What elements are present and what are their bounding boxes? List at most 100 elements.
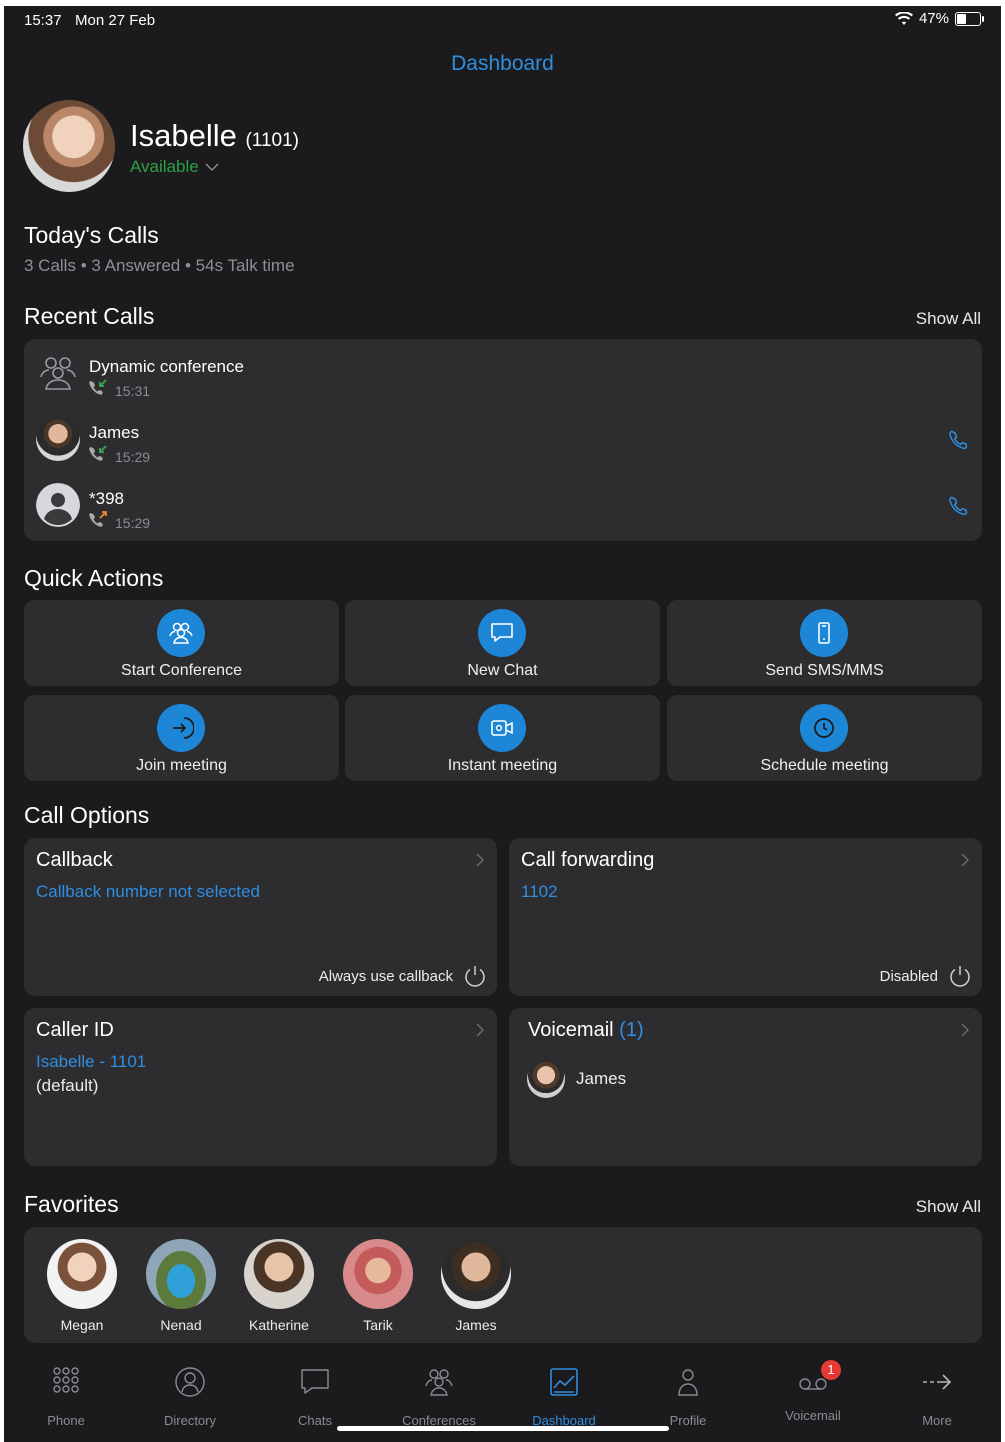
dashboard-icon	[550, 1368, 578, 1396]
tab-label: Phone	[47, 1413, 85, 1428]
quick-action-label: New Chat	[467, 662, 538, 679]
answered-count: 3 Answered	[91, 256, 181, 275]
tab-label: Voicemail	[785, 1408, 841, 1423]
chat-icon	[301, 1369, 329, 1394]
recent-call-avatar	[36, 417, 80, 461]
battery-icon	[955, 11, 984, 26]
tab-phone[interactable]: Phone	[4, 1366, 128, 1428]
conference-icon	[425, 1369, 453, 1396]
user-extension: (1101)	[245, 130, 299, 151]
quick-action-label: Join meeting	[136, 757, 227, 774]
recent-call-name: Dynamic conference	[89, 357, 244, 376]
caller-id-title: Caller ID	[36, 1019, 114, 1041]
quick-action-label: Instant meeting	[447, 757, 558, 774]
chevron-right-icon	[961, 1023, 969, 1037]
recent-calls-card: Dynamic conference 15:31 James 15:29 *39…	[24, 339, 982, 541]
summary-separator: •	[184, 256, 191, 275]
recent-call-name: *398	[89, 489, 124, 508]
page-title: Dashboard	[451, 52, 554, 75]
favorites-card: Megan Nenad Katherine Tarik James	[24, 1227, 982, 1343]
person-placeholder-icon	[36, 483, 80, 527]
home-indicator[interactable]	[337, 1426, 669, 1431]
tab-conferences[interactable]: Conferences	[377, 1366, 501, 1428]
favorite-avatar	[146, 1239, 216, 1309]
outgoing-call-icon	[89, 511, 107, 527]
favorite-name: Katherine	[249, 1317, 309, 1333]
caller-id-card[interactable]: Caller ID Isabelle - 1101 (default)	[24, 1008, 497, 1166]
tab-label: Directory	[163, 1413, 216, 1428]
phone-icon[interactable]	[948, 429, 970, 451]
favorite-avatar	[441, 1239, 511, 1309]
voicemail-title: Voicemail	[528, 1019, 614, 1041]
call-forwarding-card[interactable]: Call forwarding 1102 Disabled	[509, 838, 982, 996]
tab-profile[interactable]: Profile	[626, 1366, 750, 1428]
schedule-meeting-button[interactable]: Schedule meeting	[667, 695, 982, 781]
status-time: 15:37	[24, 12, 62, 29]
profile-icon	[678, 1369, 698, 1396]
favorite-avatar	[343, 1239, 413, 1309]
user-name: Isabelle	[130, 118, 237, 153]
favorite-name: Tarik	[363, 1317, 393, 1333]
favorites-show-all-link[interactable]: Show All	[916, 1197, 981, 1217]
incoming-call-icon	[89, 379, 107, 395]
recent-calls-show-all-link[interactable]: Show All	[916, 309, 981, 329]
presence-selector[interactable]: Available	[130, 157, 219, 177]
status-date: Mon 27 Feb	[75, 12, 156, 29]
phone-icon[interactable]	[948, 495, 970, 517]
instant-meeting-button[interactable]: Instant meeting	[345, 695, 660, 781]
join-meeting-button[interactable]: Join meeting	[24, 695, 339, 781]
status-right: 47%	[894, 10, 984, 27]
voicemail-card[interactable]: Voicemail (1) James	[509, 1008, 982, 1166]
tab-directory[interactable]: Directory	[128, 1366, 252, 1428]
caller-id-value[interactable]: Isabelle - 1101	[36, 1052, 146, 1072]
tab-chats[interactable]: Chats	[253, 1366, 377, 1428]
start-conference-button[interactable]: Start Conference	[24, 600, 339, 686]
favorite-name: James	[455, 1317, 497, 1333]
quick-action-label: Send SMS/MMS	[765, 662, 884, 679]
clock-icon	[800, 704, 848, 752]
video-camera-icon	[478, 704, 526, 752]
mobile-phone-icon	[800, 609, 848, 657]
favorite-contact[interactable]: Nenad	[141, 1239, 221, 1333]
favorite-contact[interactable]: Megan	[42, 1239, 122, 1333]
quick-actions-title: Quick Actions	[24, 565, 164, 591]
recent-call-time: 15:29	[115, 449, 151, 465]
chevron-right-icon	[476, 853, 484, 867]
favorite-contact[interactable]: Tarik	[338, 1239, 418, 1333]
callback-card[interactable]: Callback Callback number not selected Al…	[24, 838, 497, 996]
tab-voicemail[interactable]: 1 Voicemail	[751, 1360, 875, 1423]
favorite-contact[interactable]: James	[436, 1239, 516, 1333]
favorite-contact[interactable]: Katherine	[239, 1239, 319, 1333]
more-arrow-icon	[923, 1374, 952, 1390]
user-avatar[interactable]	[23, 100, 115, 192]
tab-more[interactable]: More	[875, 1366, 999, 1428]
forwarding-toggle-label: Disabled	[879, 967, 938, 985]
tab-dashboard[interactable]: Dashboard	[502, 1366, 626, 1428]
send-sms-button[interactable]: Send SMS/MMS	[667, 600, 982, 686]
new-chat-button[interactable]: New Chat	[345, 600, 660, 686]
favorite-name: Nenad	[160, 1317, 202, 1333]
callback-toggle-label: Always use callback	[318, 967, 453, 985]
dialpad-icon	[53, 1367, 79, 1393]
quick-action-label: Start Conference	[121, 662, 242, 679]
recent-call-name: James	[89, 423, 140, 442]
callback-number[interactable]: Callback number not selected	[36, 882, 260, 902]
recent-call-row[interactable]: Dynamic conference 15:31	[24, 341, 982, 405]
voicemail-count: (1)	[619, 1019, 644, 1041]
voicemail-title-line: Voicemail (1)	[528, 1019, 644, 1042]
call-options-title: Call Options	[24, 802, 150, 828]
chevron-right-icon	[961, 853, 969, 867]
summary-separator: •	[80, 256, 87, 275]
power-icon	[465, 966, 485, 987]
forwarding-toggle[interactable]: Disabled	[880, 964, 972, 988]
voicemail-from[interactable]: James	[576, 1069, 626, 1089]
forwarding-number[interactable]: 1102	[521, 882, 558, 902]
recent-call-row[interactable]: James 15:29	[24, 407, 982, 471]
battery-fill	[957, 13, 966, 24]
power-icon	[950, 966, 970, 987]
callback-toggle[interactable]: Always use callback	[319, 964, 487, 988]
recent-call-row[interactable]: *398 15:29	[24, 473, 982, 537]
chat-bubble-icon	[478, 609, 526, 657]
calls-count: 3 Calls	[24, 256, 76, 275]
talk-time: 54s Talk time	[195, 256, 295, 275]
